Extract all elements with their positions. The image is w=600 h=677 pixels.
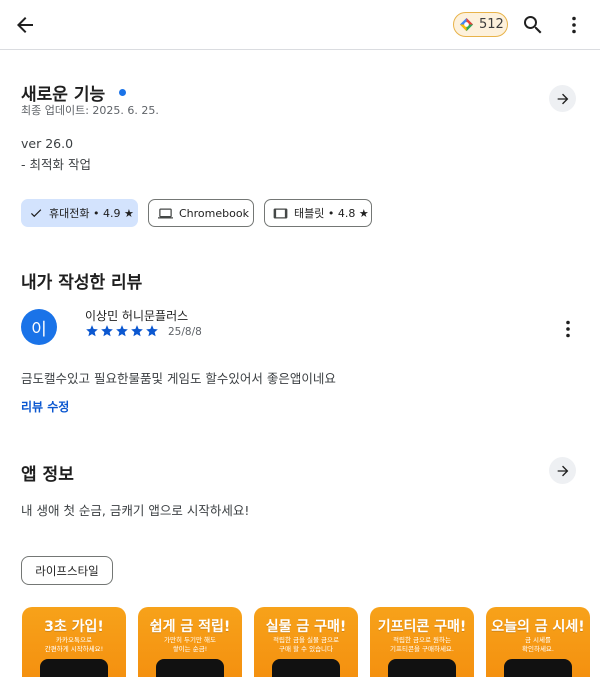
screenshot-caption: 적립한 금을 실물 금으로 구매 할 수 있습니다 bbox=[273, 636, 339, 653]
star-rating bbox=[85, 324, 159, 338]
device-chip-chromebook[interactable]: Chromebook bbox=[148, 199, 254, 227]
laptop-icon bbox=[158, 208, 173, 218]
phone-mockup bbox=[156, 659, 224, 677]
phone-mockup bbox=[272, 659, 340, 677]
play-points-icon bbox=[459, 17, 474, 32]
back-arrow-icon[interactable] bbox=[13, 13, 37, 37]
screenshot-caption: 카카오톡으로 간편하게 시작하세요! bbox=[44, 636, 104, 653]
review-more-options-icon[interactable] bbox=[556, 317, 580, 341]
edit-review-link[interactable]: 리뷰 수정 bbox=[21, 398, 69, 415]
screenshot-caption: 가만히 두기만 해도 쌓이는 순금! bbox=[164, 636, 216, 653]
screenshot-caption: 적립한 금으로 원하는 기프티콘을 구매하세요. bbox=[390, 636, 454, 653]
screenshot-card[interactable]: 기프티콘 구매! 적립한 금으로 원하는 기프티콘을 구매하세요. bbox=[370, 607, 474, 677]
star-icon bbox=[131, 325, 143, 337]
points-value: 512 bbox=[479, 17, 504, 32]
new-indicator-dot bbox=[119, 88, 127, 96]
device-chip-tablet-label: 태블릿 • 4.8 ★ bbox=[294, 207, 369, 220]
app-info-title: 앱 정보 bbox=[21, 465, 74, 485]
category-tag[interactable]: 라이프스타일 bbox=[21, 556, 113, 585]
screenshot-title: 기프티콘 구매! bbox=[377, 619, 467, 635]
screenshot-card[interactable]: 3초 가입! 카카오톡으로 간편하게 시작하세요! bbox=[22, 607, 126, 677]
screenshot-title: 오늘의 금 시세! bbox=[491, 619, 585, 635]
top-app-bar: 512 bbox=[0, 0, 600, 50]
play-points-badge[interactable]: 512 bbox=[453, 12, 508, 37]
avatar: 이 bbox=[21, 309, 57, 345]
tablet-icon bbox=[273, 208, 288, 218]
whats-new-arrow-button[interactable] bbox=[549, 85, 576, 112]
search-icon[interactable] bbox=[521, 13, 545, 37]
phone-mockup bbox=[388, 659, 456, 677]
star-icon bbox=[116, 325, 128, 337]
reviewer-name: 이상민 허니문플러스 bbox=[85, 309, 189, 323]
screenshot-title: 3초 가입! bbox=[44, 619, 104, 635]
device-chip-phone-label: 휴대전화 • 4.9 ★ bbox=[49, 207, 134, 220]
review-date: 25/8/8 bbox=[168, 326, 202, 338]
device-chip-phone[interactable]: 휴대전화 • 4.9 ★ bbox=[21, 199, 138, 227]
screenshot-card[interactable]: 오늘의 금 시세! 금 시세를 확인하세요. bbox=[486, 607, 590, 677]
device-chip-tablet[interactable]: 태블릿 • 4.8 ★ bbox=[264, 199, 372, 227]
screenshot-card[interactable]: 쉽게 금 적립! 가만히 두기만 해도 쌓이는 순금! bbox=[138, 607, 242, 677]
screenshot-caption: 금 시세를 확인하세요. bbox=[522, 636, 554, 653]
check-icon bbox=[30, 209, 42, 218]
app-description: 내 생애 첫 순금, 금캐기 앱으로 시작하세요! bbox=[21, 503, 250, 518]
my-review-title: 내가 작성한 리뷰 bbox=[21, 273, 143, 293]
arrow-right-icon bbox=[557, 465, 568, 476]
device-chip-chromebook-label: Chromebook bbox=[179, 206, 249, 220]
star-icon bbox=[146, 325, 158, 337]
phone-mockup bbox=[504, 659, 572, 677]
more-options-icon[interactable] bbox=[562, 13, 586, 37]
version-text: ver 26.0 bbox=[21, 136, 74, 151]
screenshot-title: 쉽게 금 적립! bbox=[149, 619, 231, 635]
screenshot-title: 실물 금 구매! bbox=[265, 619, 347, 635]
arrow-right-icon bbox=[557, 93, 568, 104]
phone-mockup bbox=[40, 659, 108, 677]
review-text: 금도캘수있고 필요한물품및 게임도 할수있어서 좋은앱이네요 bbox=[21, 371, 336, 386]
last-updated: 최종 업데이트: 2025. 6. 25. bbox=[21, 104, 159, 117]
star-icon bbox=[101, 325, 113, 337]
release-note: - 최적화 작업 bbox=[21, 157, 91, 172]
app-info-arrow-button[interactable] bbox=[549, 457, 576, 484]
star-icon bbox=[86, 325, 98, 337]
screenshot-card[interactable]: 실물 금 구매! 적립한 금을 실물 금으로 구매 할 수 있습니다 bbox=[254, 607, 358, 677]
